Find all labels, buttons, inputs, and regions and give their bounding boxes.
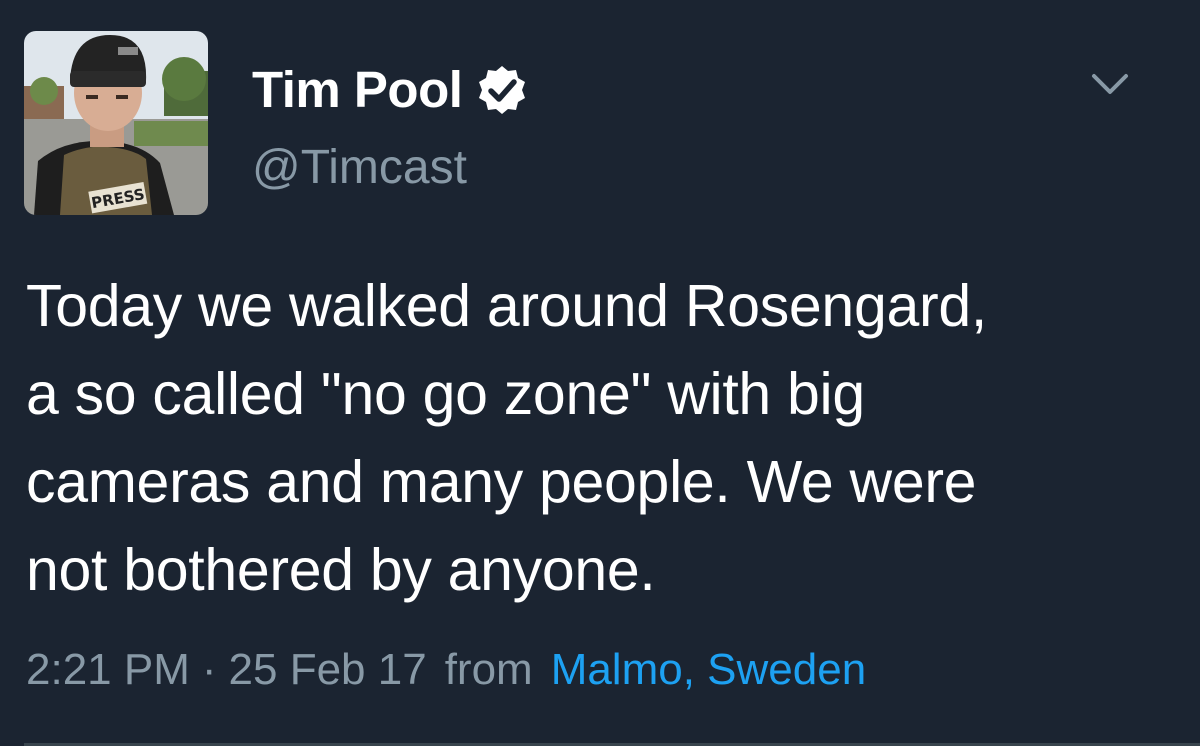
chevron-down-icon[interactable] (1088, 66, 1132, 102)
tweet-text-line: cameras and many people. We were (26, 449, 977, 515)
avatar[interactable]: PRESS (24, 31, 208, 215)
tweet-text-line: not bothered by anyone. (26, 537, 656, 603)
meta-separator: · (201, 645, 217, 694)
display-name[interactable]: Tim Pool (252, 58, 463, 122)
tweet-text-line: Today we walked around Rosengard, (26, 273, 987, 339)
tweet-meta: 2:21 PM · 25 Feb 17 from Malmo, Sweden (26, 638, 866, 702)
tweet-location-link[interactable]: Malmo, Sweden (551, 638, 866, 702)
tweet-text: Today we walked around Rosengard, a so c… (26, 262, 1176, 614)
user-handle[interactable]: @Timcast (252, 138, 467, 198)
tweet-time[interactable]: 2:21 PM (26, 638, 190, 702)
display-name-row: Tim Pool (252, 58, 528, 122)
tweet-date[interactable]: 25 Feb 17 (229, 638, 427, 702)
verified-badge-icon (476, 64, 528, 116)
tweet-text-line: a so called "no go zone" with big (26, 361, 865, 427)
from-label: from (444, 645, 533, 694)
